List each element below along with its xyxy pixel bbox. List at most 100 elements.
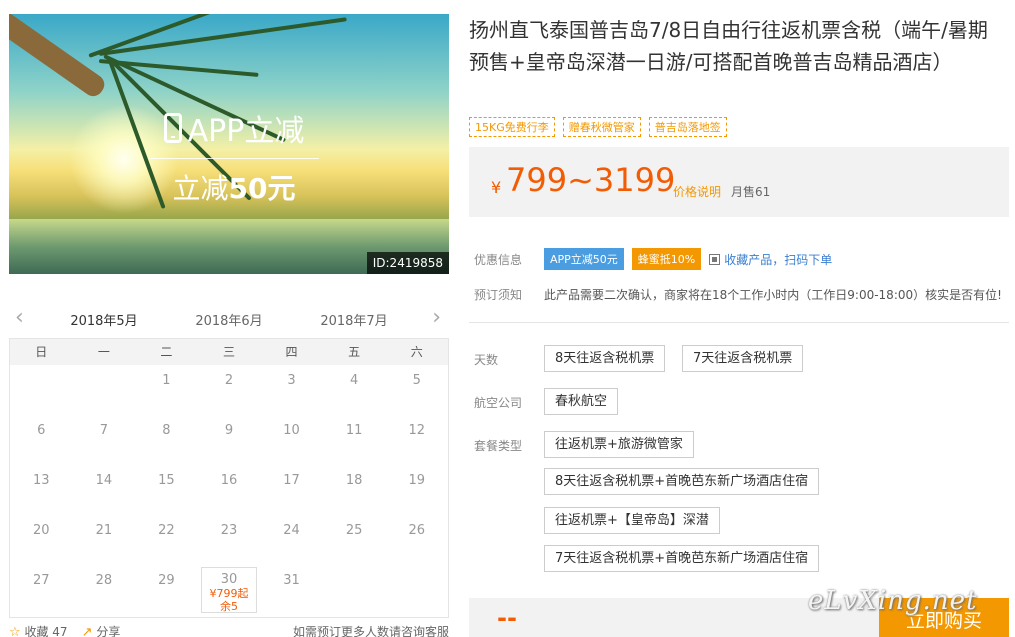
day-number: 31 [283, 573, 300, 588]
option-package-4[interactable]: 7天往返含税机票+首晚芭东新广场酒店住宿 [544, 545, 820, 572]
calendar-grid: 日一二三四五六 1 2 3 4 5 6 7 8 9 10 11 12 13 14 15 16 17 18 19 20 2… [9, 338, 449, 618]
day-number: 16 [220, 473, 238, 488]
option-package-3[interactable]: 往返机票+【皇帝岛】深潜 [544, 507, 720, 534]
month-tab-july[interactable]: 2018年7月 [309, 310, 399, 339]
day-number: 24 [283, 523, 300, 538]
day-price: ¥799起 [209, 587, 249, 600]
weekday-header: 日一二三四五六 [10, 339, 448, 365]
day-stock: 余5 [219, 600, 238, 613]
day-number: 8 [162, 423, 171, 438]
calendar-day: 19 [385, 465, 448, 515]
product-id-badge: ID:2419858 [366, 252, 449, 274]
option-package-2[interactable]: 8天往返含税机票+首晚芭东新广场酒店住宿 [544, 468, 820, 495]
calendar-day: 16 [198, 465, 261, 515]
day-number: 17 [283, 473, 300, 488]
hero-image[interactable]: APP立减 立减50元 ID:2419858 [9, 14, 449, 274]
discount-row: APP立减50元 蜂蜜抵10% 收藏产品，扫码下单 [544, 248, 832, 270]
day-number: 27 [33, 573, 50, 588]
favorite-button[interactable]: ☆ 收藏 47 [9, 623, 68, 637]
option-days-8[interactable]: 8天往返含税机票 [544, 345, 666, 372]
booking-notice-text: 此产品需要二次确认，商家将在18个工作小时内（工作日9:00-18:00）核实是… [544, 288, 1002, 302]
calendar-day: 20 [10, 515, 73, 565]
weekday-label: 六 [410, 345, 423, 359]
product-tags: 15KG免费行李 赠春秋微管家 普吉岛落地签 [469, 117, 727, 137]
phone-icon [163, 113, 182, 143]
day-number: 9 [224, 423, 234, 438]
share-icon: ↗ [81, 624, 93, 637]
share-button[interactable]: ↗ 分享 [82, 623, 121, 637]
favorite-scan-link[interactable]: 收藏产品，扫码下单 [709, 251, 832, 268]
next-month-arrow-icon[interactable]: › [432, 307, 441, 329]
day-number: 5 [412, 373, 421, 388]
calendar-day: 25 [323, 515, 386, 565]
calendar-day: 21 [73, 515, 136, 565]
app-discount-promo: APP立减 立减50元 [149, 106, 319, 207]
weekday-label: 四 [285, 345, 298, 359]
calendar-day-available[interactable]: 30 ¥799起 余5 [200, 567, 258, 613]
promo-amount: 50元 [228, 172, 296, 205]
share-label: 分享 [96, 624, 121, 637]
calendar-day: 14 [73, 465, 136, 515]
day-number: 19 [408, 473, 425, 488]
favorite-share-bar: ☆ 收藏 47 ↗ 分享 如需预订更多人数请咨询客服 [9, 624, 449, 637]
app-discount-badge: APP立减50元 [544, 248, 624, 270]
calendar-day: 26 [385, 515, 448, 565]
day-number: 26 [408, 523, 425, 538]
day-number: 11 [345, 423, 363, 438]
calendar-day: 2 [198, 365, 261, 415]
promo-prefix: 立减 [172, 172, 229, 205]
day-number: 12 [408, 423, 425, 438]
month-tab-june[interactable]: 2018年6月 [184, 310, 274, 339]
day-number: 1 [162, 373, 171, 388]
promo-amount-line: 立减50元 [149, 167, 319, 207]
calendar-day: 18 [323, 465, 386, 515]
calendar-day: 1 [135, 365, 198, 415]
prev-month-arrow-icon[interactable]: ‹ [15, 307, 24, 329]
option-airline-spring[interactable]: 春秋航空 [544, 388, 619, 415]
calendar-day: 9 [198, 415, 261, 465]
weekday-label: 五 [348, 345, 361, 359]
calendar-day: 29 [135, 565, 198, 615]
day-number: 7 [99, 423, 108, 438]
calendar-day: 7 [73, 415, 136, 465]
total-price: -- [497, 604, 517, 632]
price-explain-link[interactable]: 价格说明 [673, 183, 721, 200]
calendar-day: 28 [73, 565, 136, 615]
day-number: 4 [349, 373, 359, 388]
price-panel: ¥ 799~3199 价格说明 月售61 [469, 147, 1009, 217]
site-watermark: eLvXing.net [808, 586, 978, 616]
calendar-month-nav: ‹ 2018年5月 2018年6月 2018年7月 › [9, 302, 449, 342]
day-number: 15 [158, 473, 175, 488]
day-number: 29 [158, 573, 175, 588]
day-number: 6 [37, 423, 46, 438]
calendar-day: 24 [260, 515, 323, 565]
calendar-day: 8 [135, 415, 198, 465]
day-number: 13 [33, 473, 50, 488]
product-tag: 普吉岛落地签 [648, 117, 727, 137]
day-number: 3 [287, 373, 296, 388]
honey-discount-badge: 蜂蜜抵10% [631, 248, 702, 270]
qr-code-icon [709, 253, 721, 265]
monthly-sales: 月售61 [731, 185, 771, 199]
day-number: 23 [220, 523, 238, 538]
option-days-7[interactable]: 7天往返含税机票 [682, 345, 804, 372]
more-people-note: 如需预订更多人数请咨询客服 [292, 624, 449, 637]
calendar-day: 10 [260, 415, 323, 465]
calendar-blank-cell [73, 365, 136, 415]
calendar-day: 31 [260, 565, 323, 615]
calendar-blank-cell [10, 365, 73, 415]
day-number: 30 [220, 572, 238, 587]
weekday-label: 二 [160, 345, 173, 359]
product-title: 扬州直飞泰国普吉岛7/8日自由行往返机票含税（端午/暑期预售+皇帝岛深潜一日游/… [469, 18, 988, 74]
calendar-day: 23 [198, 515, 261, 565]
weekday-label: 三 [222, 345, 235, 359]
promo-title: APP立减 [187, 114, 305, 149]
price-currency: ¥ [491, 178, 502, 197]
day-number: 25 [345, 523, 363, 538]
calendar-day: 4 [323, 365, 386, 415]
calendar-day: 3 [260, 365, 323, 415]
option-package-1[interactable]: 往返机票+旅游微管家 [544, 431, 694, 458]
discount-label: 优惠信息 [474, 253, 523, 267]
product-tag: 赠春秋微管家 [562, 117, 641, 137]
day-number: 21 [95, 523, 113, 538]
